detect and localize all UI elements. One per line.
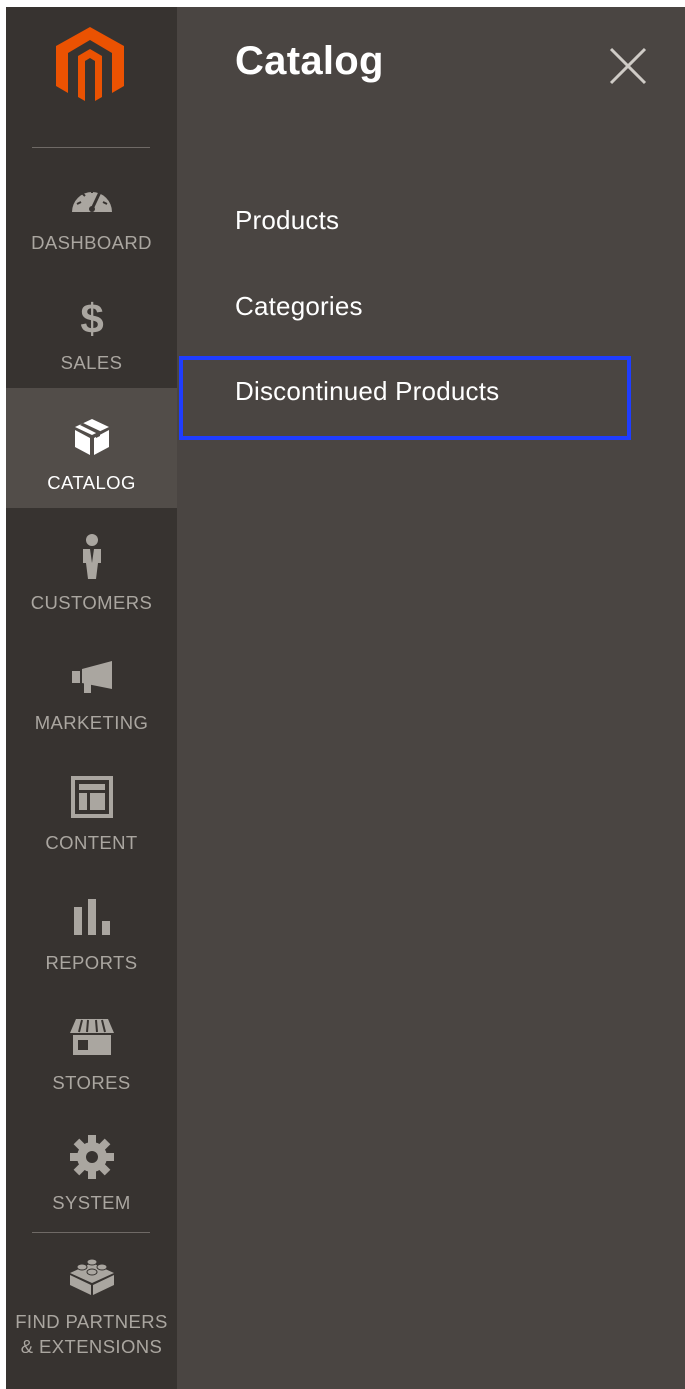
sidebar-item-label-line1: FIND PARTNERS xyxy=(15,1311,168,1332)
sidebar-item-label-line2: & EXTENSIONS xyxy=(20,1336,163,1357)
panel-title: Catalog xyxy=(235,39,384,83)
admin-sidebar: DASHBOARD $ SALES CATALOG CUSTOMERS MARK… xyxy=(6,7,177,1389)
layout-icon xyxy=(66,774,118,820)
megaphone-icon xyxy=(66,654,118,700)
svg-text:$: $ xyxy=(80,295,103,339)
box-icon xyxy=(66,414,118,460)
sidebar-item-find-partners[interactable]: FIND PARTNERS & EXTENSIONS xyxy=(6,1233,177,1383)
sidebar-item-label: SYSTEM xyxy=(52,1192,131,1213)
storefront-icon xyxy=(66,1014,118,1060)
sidebar-item-stores[interactable]: STORES xyxy=(6,988,177,1108)
sidebar-item-label: CUSTOMERS xyxy=(30,592,153,613)
close-button[interactable] xyxy=(605,43,651,89)
sidebar-item-label: DASHBOARD xyxy=(31,232,152,253)
sidebar-item-dashboard[interactable]: DASHBOARD xyxy=(6,148,177,268)
sidebar-item-label: MARKETING xyxy=(34,712,149,733)
sidebar-item-marketing[interactable]: MARKETING xyxy=(6,628,177,748)
sidebar-item-system[interactable]: SYSTEM xyxy=(6,1108,177,1228)
admin-frame: DASHBOARD $ SALES CATALOG CUSTOMERS MARK… xyxy=(6,7,685,1389)
person-icon xyxy=(66,534,118,580)
sidebar-item-label: SALES xyxy=(60,352,123,373)
dashboard-gauge-icon xyxy=(66,174,118,220)
bar-chart-icon xyxy=(66,894,118,940)
submenu-link-discontinued-products[interactable]: Discontinued Products xyxy=(235,376,499,407)
sidebar-item-label: REPORTS xyxy=(45,952,138,973)
sidebar-item-label: CONTENT xyxy=(45,832,138,853)
sidebar-item-label: FIND PARTNERS & EXTENSIONS xyxy=(6,1309,177,1359)
gear-icon xyxy=(66,1134,118,1180)
sidebar-item-sales[interactable]: $ SALES xyxy=(6,268,177,388)
submenu-link-products[interactable]: Products xyxy=(235,205,339,236)
sidebar-item-customers[interactable]: CUSTOMERS xyxy=(6,508,177,628)
sidebar-item-content[interactable]: CONTENT xyxy=(6,748,177,868)
sidebar-item-catalog[interactable]: CATALOG xyxy=(6,388,177,508)
sidebar-item-label: CATALOG xyxy=(47,472,136,493)
close-icon xyxy=(609,47,647,85)
submenu-link-categories[interactable]: Categories xyxy=(235,291,363,322)
dollar-icon: $ xyxy=(66,294,118,340)
lego-brick-icon xyxy=(66,1251,118,1297)
catalog-submenu-panel: Catalog Products Categories Discontinued… xyxy=(177,7,685,1389)
sidebar-item-reports[interactable]: REPORTS xyxy=(6,868,177,988)
magento-logo-icon[interactable] xyxy=(54,25,126,105)
sidebar-item-label: STORES xyxy=(52,1072,131,1093)
